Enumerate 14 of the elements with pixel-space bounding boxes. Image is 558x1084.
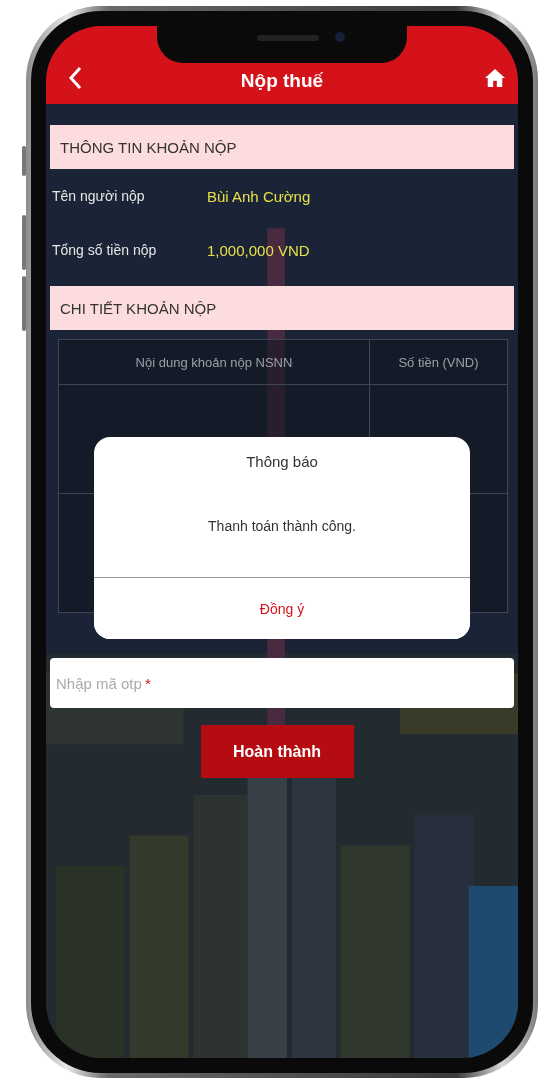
complete-button[interactable]: Hoàn thành xyxy=(200,725,354,778)
dialog-message: Thanh toán thành công. xyxy=(208,518,356,534)
field-label: Tổng số tiền nộp xyxy=(51,242,158,258)
field-value: 1,000,000 VND xyxy=(207,241,310,259)
field-label: Tên người nộp xyxy=(51,188,146,204)
section-heading: CHI TIẾT KHOẢN NỘP xyxy=(50,286,514,330)
otp-field[interactable]: Nhập mã otp * xyxy=(50,658,514,708)
column-header: Nội dung khoản nộp NSNN xyxy=(59,340,370,384)
screen-title: Nộp thuế xyxy=(240,70,324,92)
field-value: Bùi Anh Cường xyxy=(207,187,311,205)
agree-button[interactable]: Đồng ý xyxy=(94,577,470,639)
section-heading: THÔNG TIN KHOẢN NỘP xyxy=(50,125,514,169)
column-header: Số tiền (VND) xyxy=(397,353,480,372)
dialog-title: Thông báo xyxy=(246,453,318,470)
